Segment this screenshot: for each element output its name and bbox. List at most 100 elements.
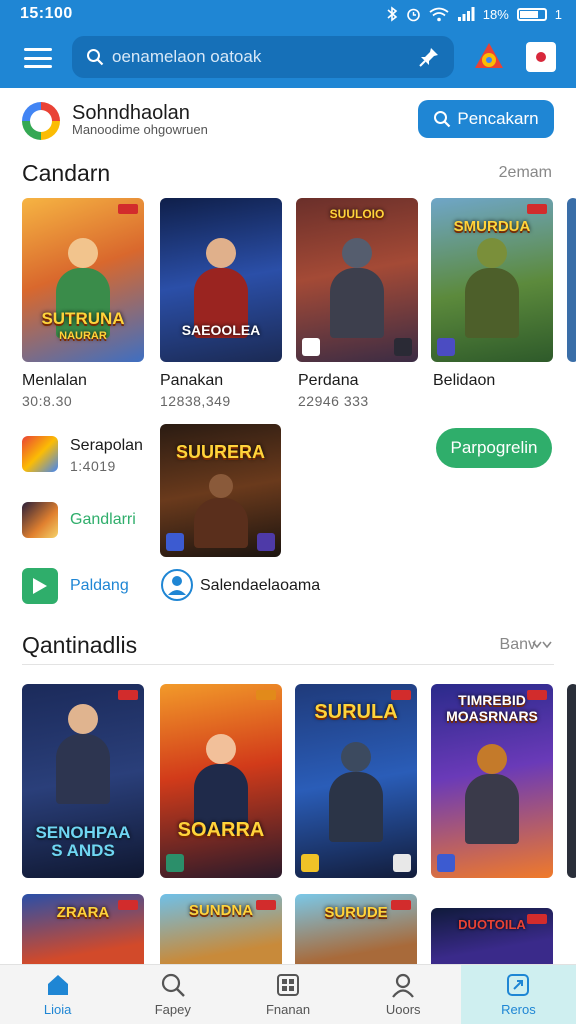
section-more-link[interactable]: 2emam — [499, 164, 552, 182]
section-title-qantinadlis: Qantinadlis — [22, 632, 138, 658]
nav-search-label: Fapey — [154, 1002, 191, 1017]
game-card[interactable]: SURUDE — [295, 894, 417, 974]
rating-badge — [527, 204, 547, 214]
game-corner-icon — [437, 338, 455, 356]
avatar[interactable] — [22, 102, 60, 140]
green-action-button[interactable]: Parpogrelin — [436, 428, 552, 468]
game-art-title: SUTRUNA — [41, 309, 125, 328]
list-item-meta: 1:4019 — [70, 458, 116, 474]
game-card[interactable]: ZRARA — [22, 894, 144, 974]
clock: 15:100 — [20, 5, 73, 22]
game-art-subtitle: S ANDS — [51, 841, 115, 860]
store-mascot-icon[interactable] — [472, 40, 506, 74]
game-card[interactable]: SUTRUNA NAURAR — [22, 198, 144, 362]
game-card-partial[interactable] — [567, 198, 576, 362]
game-name: Belidaon — [433, 372, 496, 389]
pin-icon[interactable] — [418, 46, 440, 68]
game-corner-icon — [166, 533, 184, 551]
nav-library-label: Reros — [501, 1002, 536, 1017]
search-input[interactable] — [112, 47, 418, 67]
game-art-title: TIMREBID — [458, 692, 526, 708]
primary-button-label: Pencakarn — [457, 109, 539, 128]
game-corner-icon — [301, 854, 319, 872]
game-art-title: SUURERA — [175, 442, 265, 462]
game-card[interactable]: TIMREBID MOASRNARS — [431, 684, 553, 878]
list-item-label[interactable]: Serapolan — [70, 437, 143, 455]
chevron-icon[interactable] — [532, 640, 552, 650]
divider — [22, 664, 554, 665]
play-icon — [33, 578, 47, 594]
game-art-title: ZRARA — [56, 904, 110, 921]
user-label[interactable]: Salendaelaoama — [200, 577, 320, 595]
rating-badge — [256, 690, 276, 700]
game-art — [190, 474, 252, 548]
game-card[interactable]: SAEOOLEA — [160, 198, 282, 362]
game-corner-icon — [394, 338, 412, 356]
game-art-title: SENOHPAA — [35, 823, 131, 842]
game-corner-icon — [166, 854, 184, 872]
game-art-title: SMURDUA — [453, 218, 531, 235]
game-art-title: DUOTOILA — [458, 917, 526, 932]
nav-apps[interactable]: Fnanan — [230, 965, 345, 1024]
nav-user-label: Uoors — [385, 1002, 421, 1017]
battery-icon — [516, 7, 547, 21]
search-icon — [434, 111, 451, 128]
grid-icon — [277, 974, 299, 996]
featured-game-card[interactable]: SUURERA — [160, 424, 281, 557]
primary-search-button[interactable]: Pencakarn — [418, 100, 554, 138]
list-item-label[interactable]: Gandlarri — [70, 511, 136, 529]
app-icon[interactable] — [22, 568, 58, 604]
game-name: Menlalan — [22, 372, 87, 389]
app-icon[interactable] — [22, 502, 58, 538]
home-icon — [47, 975, 68, 995]
nav-library[interactable]: Reros — [460, 965, 576, 1024]
menu-icon[interactable] — [24, 48, 52, 68]
game-card[interactable]: SURULA — [295, 684, 417, 878]
app-icon[interactable] — [22, 436, 58, 472]
search-icon — [161, 973, 185, 997]
search-icon — [87, 49, 104, 66]
game-corner-icon — [302, 338, 320, 356]
library-icon — [507, 974, 530, 996]
nav-home[interactable]: Lioia — [0, 965, 115, 1024]
notification-icon[interactable] — [526, 42, 556, 72]
game-name: Panakan — [160, 372, 224, 389]
status-icons: 18% 1 — [386, 6, 562, 22]
account-subtitle: Manoodime ohgowruen — [72, 122, 208, 137]
game-card[interactable]: SOARRA — [160, 684, 282, 878]
nav-apps-label: Fnanan — [265, 1002, 311, 1017]
rating-badge — [391, 690, 411, 700]
game-card-partial[interactable] — [567, 684, 576, 878]
search-bar[interactable] — [72, 36, 454, 78]
game-meta: 30:8.30 — [22, 393, 73, 409]
game-card[interactable]: SMURDUA — [431, 198, 553, 362]
game-card[interactable]: SENOHPAA S ANDS — [22, 684, 144, 878]
game-art-title: SAEOOLEA — [181, 322, 261, 338]
list-item-label[interactable]: Paldang — [70, 577, 129, 595]
nav-search[interactable]: Fapey — [115, 965, 230, 1024]
rating-badge — [118, 204, 138, 214]
bluetooth-icon — [387, 6, 398, 22]
game-corner-icon — [257, 533, 275, 551]
game-card[interactable]: SUULOIO — [296, 198, 418, 362]
play-store-home: 15:100 18% 1 Sohndhaolan Manoodime ohgow… — [0, 0, 576, 1024]
app-bar — [0, 28, 576, 88]
game-art-title: SUULOIO — [329, 207, 385, 221]
game-art-title: SURULA — [314, 701, 398, 723]
section-more-link[interactable]: Banv — [500, 636, 536, 654]
user-circle-icon[interactable] — [160, 568, 194, 602]
game-art — [461, 744, 523, 844]
game-name: Perdana — [298, 372, 359, 389]
nav-user[interactable]: Uoors — [346, 965, 461, 1024]
wifi-icon — [429, 7, 449, 21]
user-icon — [392, 973, 415, 998]
status-bar: 15:100 18% 1 — [0, 0, 576, 28]
game-art — [325, 742, 387, 842]
game-corner-icon — [437, 854, 455, 872]
game-art-subtitle: MOASRNARS — [446, 708, 538, 724]
game-corner-icon — [393, 854, 411, 872]
game-art — [52, 704, 114, 804]
game-art — [326, 238, 388, 338]
section-title-candarn: Candarn — [22, 160, 111, 186]
game-card[interactable]: SUNDNA — [160, 894, 282, 974]
